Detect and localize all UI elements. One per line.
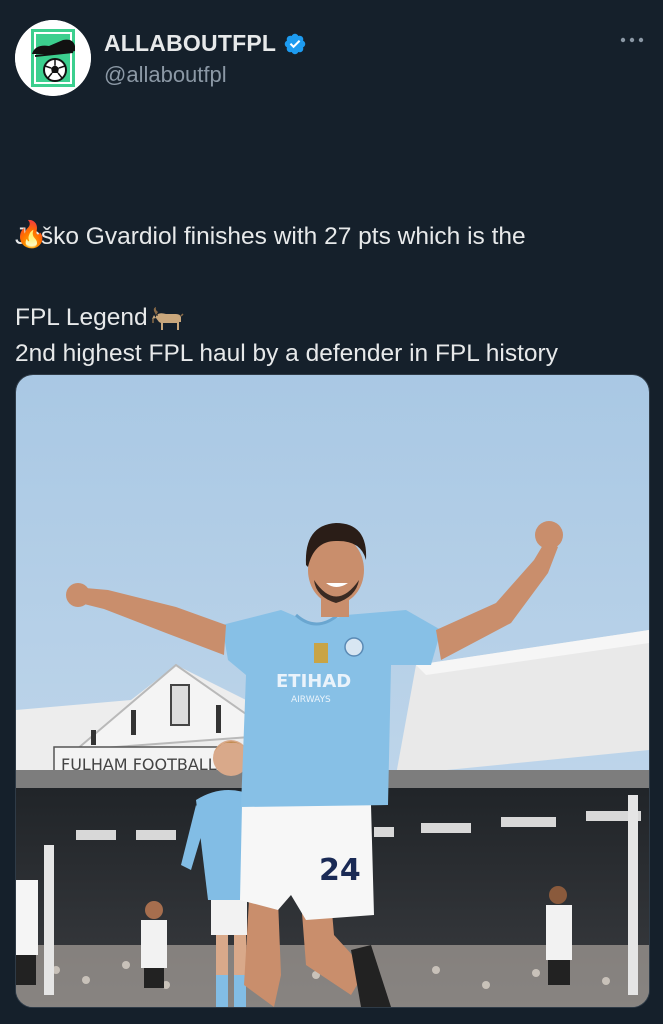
shirt-number: 24 — [319, 853, 361, 888]
boot-and-football-logo — [15, 20, 91, 96]
tweet-text-legend: FPL Legend — [15, 298, 184, 337]
photo-celebration-image: FULHAM FOOTBALL CL 24 ETIHAD AIRWAYS — [16, 375, 649, 1007]
author-name-row[interactable]: ALLABOUTFPL — [104, 30, 307, 57]
tweet-photo[interactable]: FULHAM FOOTBALL CL 24 ETIHAD AIRWAYS — [15, 374, 650, 1008]
tweet-text-line: 2nd highest FPL haul by a defender in FP… — [15, 340, 558, 367]
tweet-text-line: Joško Gvardiol finishes with 27 pts whic… — [15, 223, 526, 250]
shirt-sponsor: ETIHAD — [276, 671, 351, 692]
author-handle[interactable]: @allaboutfpl — [104, 62, 227, 88]
display-name[interactable]: ALLABOUTFPL — [104, 30, 276, 57]
shirt-sponsor-sub: AIRWAYS — [291, 695, 331, 705]
goat-icon — [151, 306, 184, 330]
tweet-text-line: FPL Legend — [15, 304, 148, 331]
fire-emoji-icon: 🔥 — [15, 219, 48, 249]
tweet-text: Joško Gvardiol finishes with 27 pts whic… — [15, 139, 655, 412]
avatar[interactable] — [15, 20, 91, 96]
verified-badge-icon — [284, 33, 306, 54]
more-options-icon[interactable] — [619, 30, 645, 50]
